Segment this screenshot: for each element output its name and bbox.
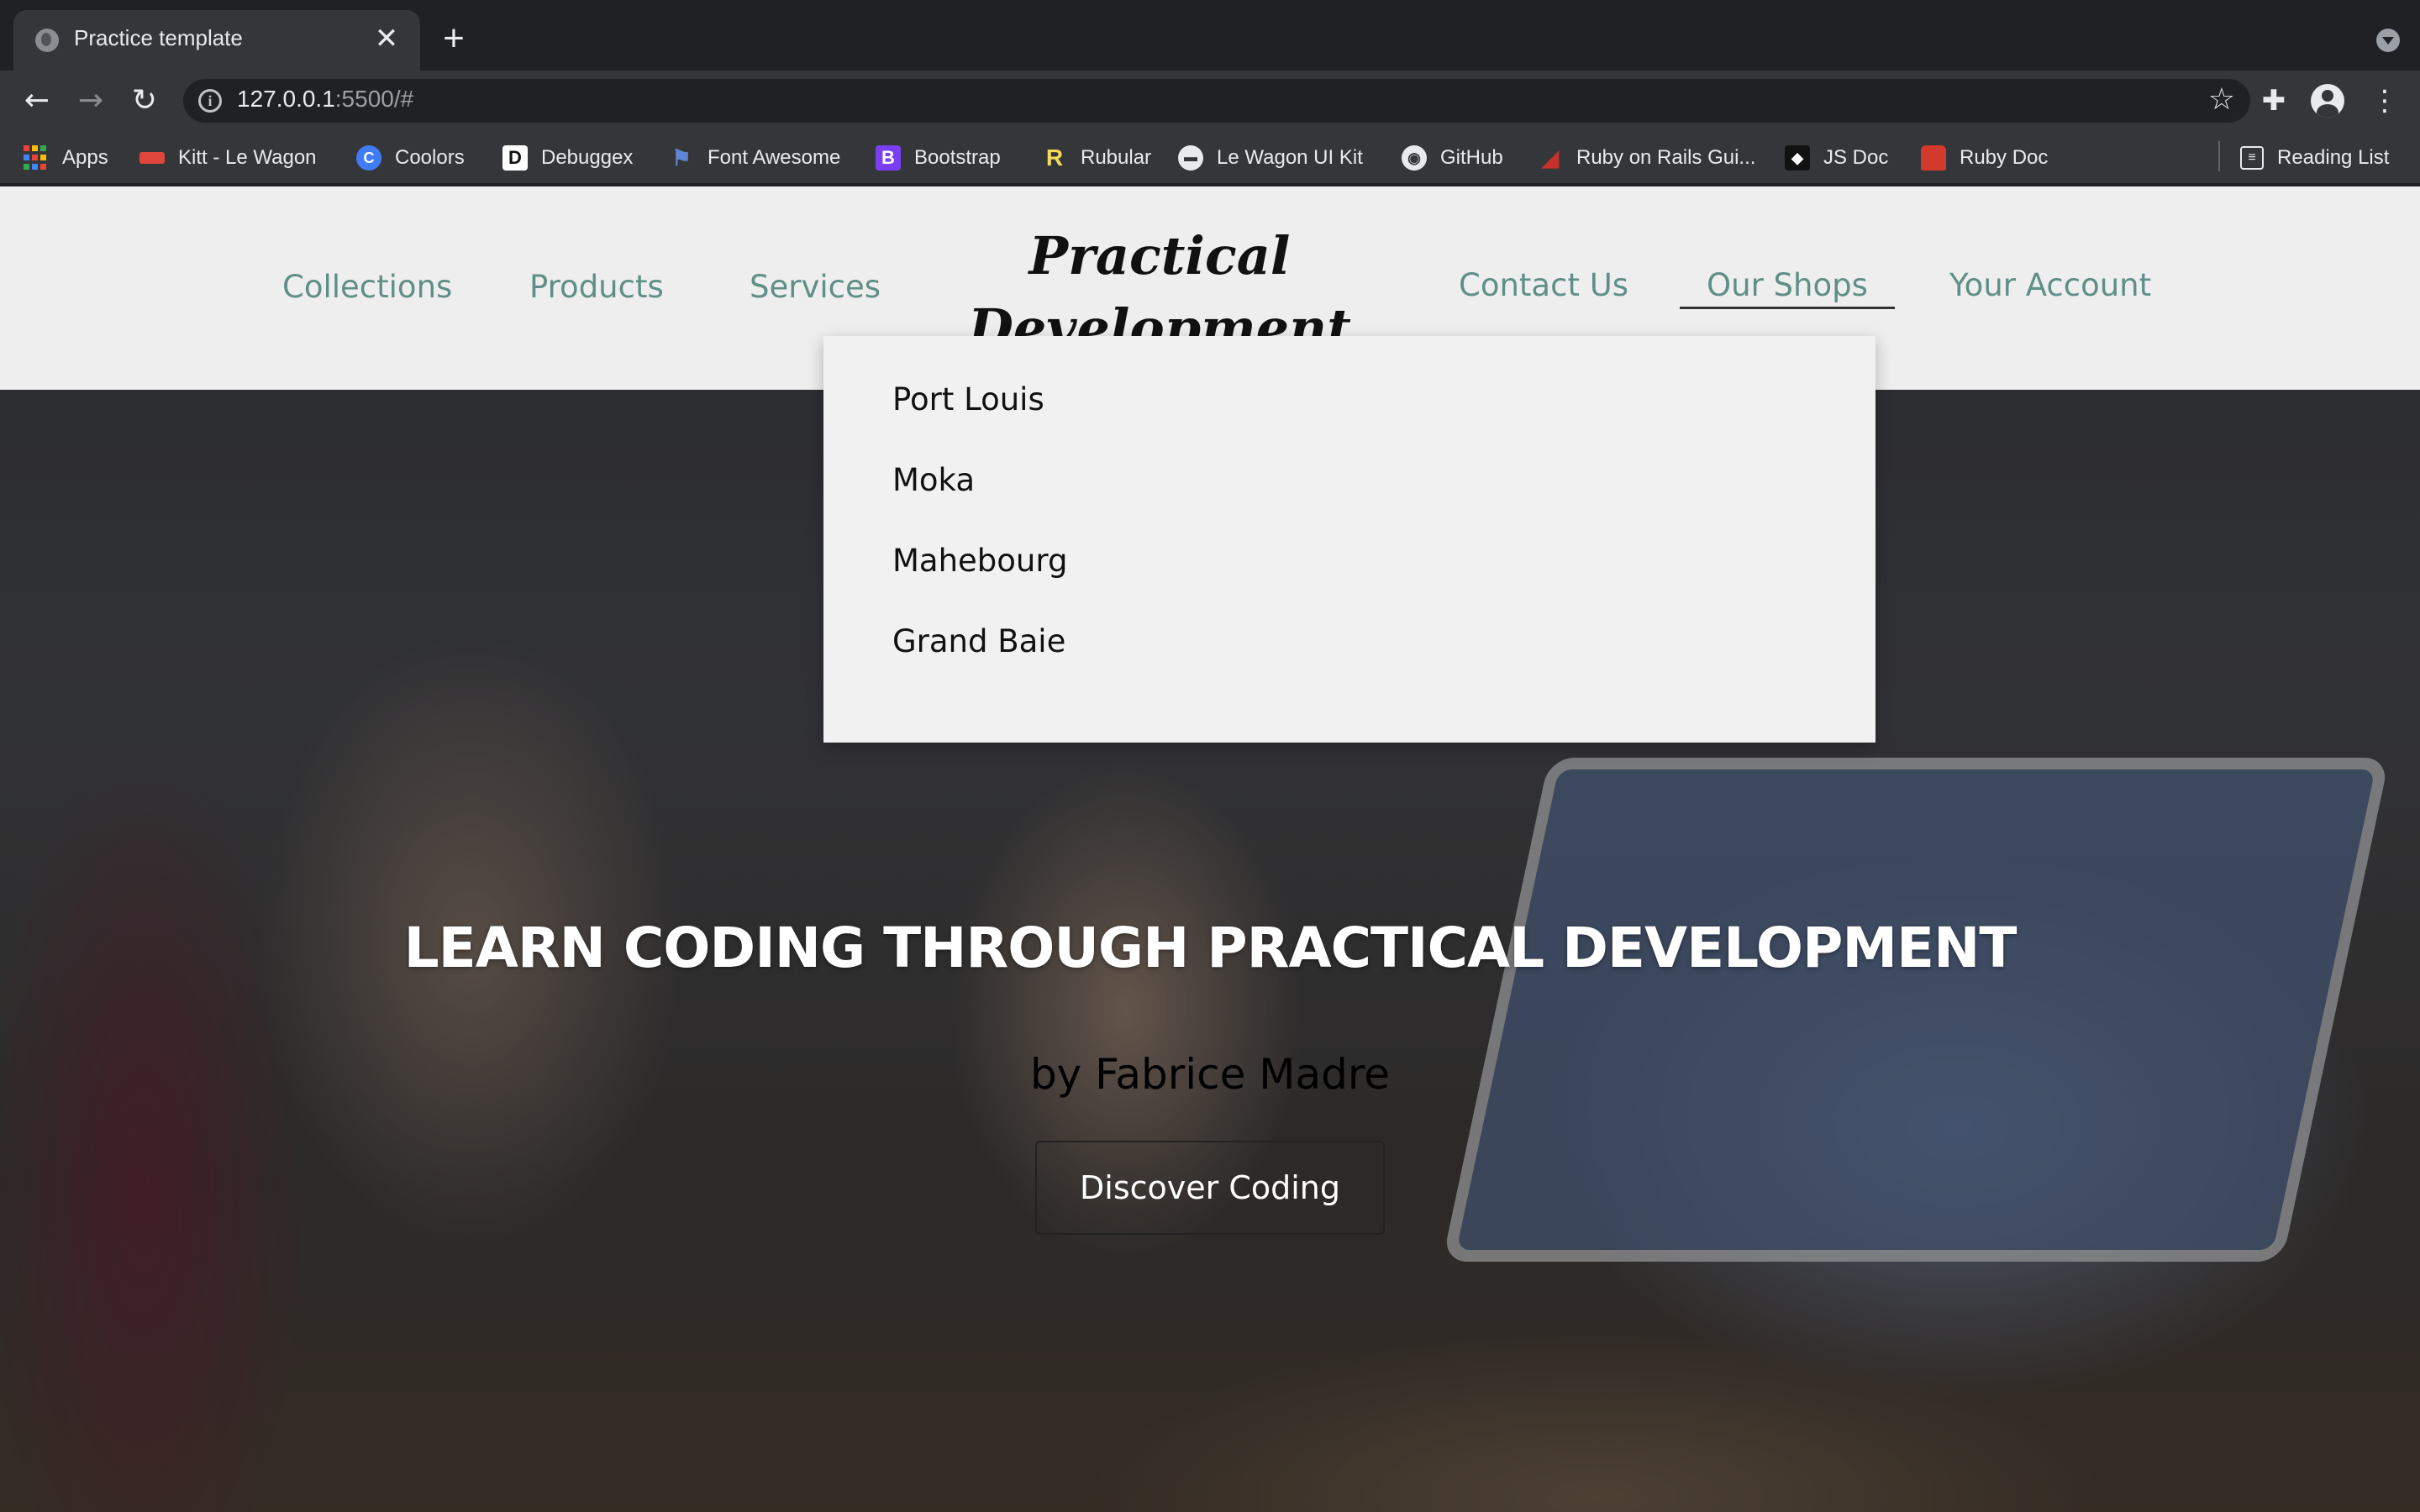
bookmark-ruby-on-rails[interactable]: ◢ Ruby on Rails Gui...	[1538, 141, 1755, 175]
reading-list-icon: ≡	[2240, 146, 2264, 170]
bookmark-bootstrap[interactable]: B Bootstrap	[876, 141, 1001, 175]
bookmark-label: Ruby Doc	[1960, 146, 2049, 169]
bookmark-rubular[interactable]: R Rubular	[1042, 141, 1151, 175]
dropdown-item-port-louis[interactable]: Port Louis	[892, 381, 1044, 417]
reading-list-button[interactable]: ≡ Reading List	[2240, 141, 2389, 175]
bookmark-label: Debuggex	[541, 146, 634, 169]
apps-grid-icon	[24, 145, 49, 171]
forward-arrow-icon[interactable]: →	[74, 84, 108, 118]
nav-our-shops[interactable]: Our Shops	[1680, 267, 1895, 309]
flag-icon: ⚑	[671, 145, 692, 171]
bookmark-debuggex[interactable]: D Debuggex	[502, 141, 633, 175]
browser-tab[interactable]: Practice template ✕	[13, 10, 420, 71]
nav-collections[interactable]: Collections	[282, 269, 452, 305]
tab-strip: Practice template ✕ +	[0, 0, 2420, 71]
bookmark-github[interactable]: ◉ GitHub	[1402, 141, 1503, 175]
address-bar[interactable]: i 127.0.0.1:5500/# ☆	[183, 79, 2250, 123]
coolors-icon: C	[356, 145, 381, 171]
hero-subtitle: by Fabrice Madre	[1029, 1050, 1391, 1099]
brand-line-1: Practical	[1028, 225, 1291, 286]
reload-icon[interactable]: ↻	[128, 84, 161, 118]
url-text[interactable]: 127.0.0.1:5500/#	[237, 86, 413, 113]
tab-title: Practice template	[74, 25, 243, 50]
bootstrap-icon: B	[876, 145, 901, 171]
bookmark-kitt-le-wagon[interactable]: Kitt - Le Wagon	[139, 141, 317, 175]
shops-dropdown-menu: Port Louis Moka Mahebourg Grand Baie	[823, 336, 1876, 743]
bookmark-apps[interactable]: Apps	[24, 141, 108, 175]
reading-list-label: Reading List	[2277, 146, 2390, 169]
nav-products[interactable]: Products	[529, 269, 664, 305]
bookmark-label: GitHub	[1440, 146, 1503, 169]
nav-contact-us[interactable]: Contact Us	[1459, 267, 1628, 303]
rubular-icon: R	[1045, 144, 1064, 171]
discover-coding-button[interactable]: Discover Coding	[1035, 1141, 1385, 1235]
extensions-puzzle-icon[interactable]: ✚	[2257, 84, 2291, 118]
profile-avatar-icon[interactable]	[2311, 84, 2344, 118]
nav-your-account[interactable]: Your Account	[1949, 267, 2151, 303]
github-icon: ◉	[1402, 145, 1427, 171]
hero-title: LEARN CODING THROUGH PRACTICAL DEVELOPME…	[403, 916, 2018, 980]
bookmark-le-wagon-ui-kit[interactable]: ▬ Le Wagon UI Kit	[1178, 141, 1363, 175]
bookmark-label: Rubular	[1081, 146, 1152, 169]
bookmark-label: Kitt - Le Wagon	[178, 146, 317, 169]
web-page: Collections Products Services Practical …	[0, 186, 2420, 1512]
debuggex-icon: D	[502, 145, 528, 171]
bookmark-label: JS Doc	[1823, 146, 1889, 169]
tab-search-icon[interactable]	[2376, 29, 2400, 52]
bookmark-font-awesome[interactable]: ⚑ Font Awesome	[669, 141, 840, 175]
rails-icon: ◢	[1542, 145, 1559, 171]
bookmark-label: Ruby on Rails Gui...	[1576, 146, 1756, 169]
dropdown-item-grand-baie[interactable]: Grand Baie	[892, 623, 1065, 659]
bookmark-label: Coolors	[395, 146, 465, 169]
browser-toolbar: ← → ↻ i 127.0.0.1:5500/# ☆ ✚ ⋮	[0, 71, 2420, 131]
le-wagon-icon	[139, 152, 165, 164]
bookmark-star-icon[interactable]: ☆	[2208, 82, 2235, 117]
more-menu-icon[interactable]: ⋮	[2368, 84, 2402, 118]
bookmark-coolors[interactable]: C Coolors	[356, 141, 465, 175]
bookmark-label: Font Awesome	[708, 146, 841, 169]
back-arrow-icon[interactable]: ←	[20, 84, 54, 118]
bookmark-ruby-doc[interactable]: Ruby Doc	[1921, 141, 2048, 175]
new-tab-button[interactable]: +	[437, 20, 471, 57]
close-tab-icon[interactable]: ✕	[370, 22, 403, 55]
bookmark-label: Le Wagon UI Kit	[1217, 146, 1363, 169]
globe-icon	[35, 29, 59, 52]
bookmark-label: Bootstrap	[914, 146, 1001, 169]
bookmark-js-doc[interactable]: ◆ JS Doc	[1785, 141, 1888, 175]
dropdown-item-mahebourg[interactable]: Mahebourg	[892, 543, 1067, 579]
bookmark-label: Apps	[62, 146, 108, 169]
bookmarks-bar: Apps Kitt - Le Wagon C Coolors D Debugge…	[0, 131, 2420, 185]
ui-kit-icon: ▬	[1178, 145, 1203, 171]
ruby-doc-icon	[1921, 145, 1946, 171]
js-doc-icon: ◆	[1785, 145, 1810, 171]
bookmarks-divider	[2218, 141, 2220, 171]
nav-services[interactable]: Services	[750, 269, 881, 305]
site-info-icon[interactable]: i	[198, 89, 222, 113]
dropdown-item-moka[interactable]: Moka	[892, 462, 975, 498]
